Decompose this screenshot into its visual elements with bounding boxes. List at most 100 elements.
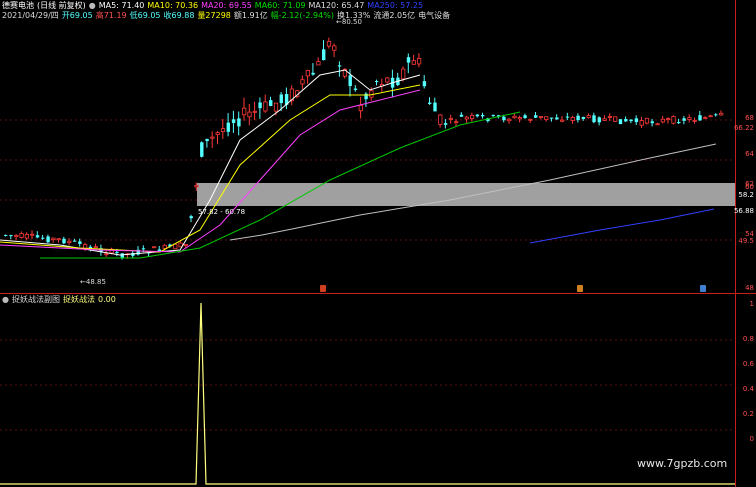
candle-body	[200, 142, 204, 157]
candle-body	[72, 240, 77, 242]
watermark: www.7gpzb.com	[637, 457, 728, 470]
candle-body	[401, 68, 406, 80]
candlestick-chart[interactable]	[0, 0, 756, 487]
candle-body	[576, 115, 580, 121]
open-label: 开69.05	[61, 11, 93, 20]
candle-body	[19, 233, 24, 238]
candles-group	[4, 37, 724, 260]
candle-body	[682, 118, 686, 121]
change-label: 幅-2.12(-2.94%)	[270, 11, 334, 20]
axis-tick: 1	[749, 300, 754, 308]
candle-body	[322, 49, 326, 61]
candle-body	[692, 120, 697, 122]
event-marker[interactable]	[700, 285, 706, 292]
candle-body	[411, 60, 416, 65]
candle-body	[634, 118, 639, 123]
event-marker[interactable]	[320, 285, 326, 292]
candle-body	[481, 114, 485, 117]
period-label: (日线 前复权)	[37, 1, 86, 10]
sub-panel-header: ● 捉妖战法副图 捉妖战法 0.00	[2, 295, 119, 305]
candle-body	[141, 248, 146, 250]
candle-body	[353, 88, 358, 90]
low-price-annotation: ←48.85	[80, 278, 106, 286]
candle-body	[115, 251, 119, 254]
candle-body	[491, 115, 495, 117]
candle-body	[189, 216, 193, 219]
ma60-label: MA60: 71.09	[254, 1, 306, 10]
candle-body	[51, 237, 56, 240]
date-label: 2021/04/29/四	[2, 11, 59, 20]
candle-body	[469, 115, 475, 120]
candle-body	[613, 116, 618, 122]
candle-body	[226, 122, 230, 132]
axis-tick: 0.8	[742, 335, 754, 343]
candle-body	[183, 244, 188, 246]
candle-body	[14, 234, 19, 237]
candle-body	[56, 238, 61, 241]
candle-body	[364, 93, 368, 100]
candle-body	[205, 138, 209, 142]
candle-body	[332, 45, 337, 51]
candle-body	[263, 101, 268, 112]
candle-body	[597, 117, 601, 123]
candle-body	[629, 119, 633, 122]
candle-body	[62, 238, 66, 244]
volume-label: 量27298	[197, 11, 231, 20]
axis-tick: 66.22	[733, 124, 754, 132]
candle-body	[708, 115, 713, 118]
low-label: 低69.05	[129, 11, 161, 20]
candle-body	[252, 110, 257, 113]
candle-body	[586, 115, 591, 119]
candle-body	[24, 234, 30, 239]
candle-body	[534, 115, 538, 118]
close-label: 收69.88	[163, 11, 195, 20]
candle-body	[644, 117, 650, 124]
candle-body	[273, 102, 279, 112]
candle-body	[714, 114, 718, 116]
candle-body	[618, 119, 623, 125]
ma-header: 德赛电池 (日线 前复权) ● MA5: 71.40 MA10: 70.36 MA20: …	[2, 1, 426, 11]
peak-price-annotation: ←80.50	[336, 18, 362, 26]
axis-tick: 68	[745, 114, 754, 122]
candle-body	[210, 136, 215, 139]
axis-tick: 0.4	[742, 385, 754, 393]
candle-body	[428, 102, 432, 104]
candle-body	[258, 102, 262, 109]
ma20-line	[0, 89, 421, 253]
indicator-settings-icon[interactable]: ●	[2, 295, 9, 304]
candle-body	[528, 118, 533, 121]
candle-body	[30, 233, 35, 236]
indicator-name[interactable]: 捉妖战法副图	[12, 295, 60, 304]
candle-body	[104, 253, 109, 256]
stock-name[interactable]: 德赛电池	[2, 1, 34, 10]
candle-body	[719, 112, 724, 116]
high-label: 高71.19	[95, 11, 127, 20]
ma250-line	[529, 208, 715, 244]
candle-body	[247, 111, 252, 118]
candle-body	[41, 237, 45, 239]
candle-body	[592, 115, 596, 123]
candle-body	[443, 123, 448, 125]
candle-body	[231, 119, 236, 124]
range-annotation: 57.82 - 60.78	[198, 208, 246, 216]
candle-body	[671, 116, 676, 124]
candle-body	[448, 117, 454, 120]
info-bar: 2021/04/29/四 开69.05 高71.19 低69.05 收69.88 量272…	[2, 11, 453, 21]
ma-settings-icon[interactable]: ●	[89, 1, 96, 10]
axis-tick: 49.5	[738, 237, 754, 245]
candle-body	[316, 61, 321, 66]
axis-tick: 0.2	[742, 410, 754, 418]
candle-body	[67, 240, 72, 244]
candle-body	[173, 243, 178, 250]
series-name: 捉妖战法	[62, 295, 95, 304]
candle-body	[406, 57, 411, 63]
candle-body	[120, 253, 124, 259]
candle-body	[369, 90, 374, 98]
candle-body	[544, 116, 549, 120]
candle-body	[237, 118, 241, 127]
candle-body	[337, 65, 342, 67]
candle-body	[517, 117, 522, 120]
ma10-label: MA10: 70.36	[147, 1, 199, 10]
candle-body	[46, 236, 50, 243]
event-marker[interactable]	[577, 285, 583, 292]
